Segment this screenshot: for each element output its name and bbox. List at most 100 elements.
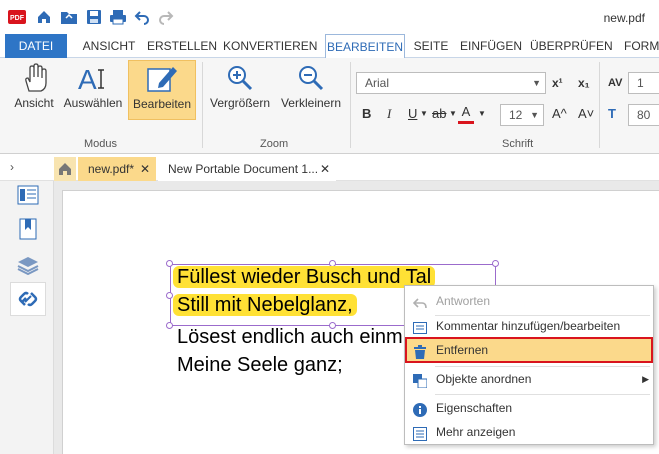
char-spacing-input[interactable]: 1 — [628, 72, 659, 94]
group-divider — [350, 62, 351, 148]
vergroessern-button[interactable]: Vergrößern — [208, 60, 272, 120]
pdf-logo-icon: PDF — [8, 8, 26, 26]
menu-item-objekte-anordnen[interactable]: Objekte anordnen ▶ — [405, 367, 653, 391]
tab-datei[interactable]: DATEI — [5, 34, 67, 58]
resize-handle[interactable] — [166, 322, 173, 329]
bold-icon[interactable]: B — [362, 104, 371, 124]
layers-icon[interactable] — [17, 254, 39, 276]
menu-item-mehr-anzeigen[interactable]: Mehr anzeigen — [405, 420, 653, 444]
chevron-right-icon[interactable]: › — [10, 160, 14, 174]
highlighted-text-line: Füllest wieder Busch und Tal — [173, 266, 436, 289]
list-icon — [413, 425, 427, 441]
resize-handle[interactable] — [166, 260, 173, 267]
grow-font-button[interactable]: A^ — [552, 104, 567, 124]
hand-icon — [10, 60, 58, 96]
svg-text:PDF: PDF — [10, 15, 25, 22]
text-select-icon: A — [62, 60, 124, 96]
doc-tab-label: new.pdf* — [88, 162, 135, 176]
tab-form[interactable]: FORM — [618, 34, 659, 58]
tab-konvertieren[interactable]: KONVERTIEREN — [223, 34, 317, 58]
home-tab-button[interactable] — [54, 157, 76, 181]
group-divider — [599, 62, 600, 148]
link-icon[interactable] — [17, 288, 39, 310]
menu-bar: DATEI ANSICHT ERSTELLEN KONVERTIEREN BEA… — [0, 34, 659, 59]
tab-erstellen[interactable]: ERSTELLEN — [146, 34, 218, 58]
tab-seite[interactable]: SEITE — [410, 34, 452, 58]
auswaehlen-label: Auswählen — [63, 96, 123, 110]
schrift-group-label: Schrift — [502, 138, 534, 150]
underline-icon[interactable]: U — [408, 104, 417, 124]
tab-einfuegen[interactable]: EINFÜGEN — [458, 34, 524, 58]
resize-handle[interactable] — [492, 260, 499, 267]
title-bar: PDF new.pdf — [0, 0, 659, 34]
ribbon: Ansicht A Auswählen Bearbeiten Modus Ver… — [0, 58, 659, 154]
doc-tab-label: New Portable Document 1... — [168, 162, 319, 176]
comment-icon — [413, 319, 427, 334]
home-icon — [59, 163, 71, 175]
verkleinern-label: Verkleinern — [280, 96, 342, 110]
menu-item-kommentar[interactable]: Kommentar hinzufügen/bearbeiten — [405, 314, 653, 338]
tab-bearbeiten[interactable]: BEARBEITEN — [325, 34, 405, 59]
font-size-value: 12 — [509, 108, 523, 122]
indent-icon: T — [608, 106, 616, 121]
reply-icon — [412, 294, 427, 309]
close-icon[interactable]: ✕ — [320, 157, 330, 181]
info-icon — [413, 401, 427, 417]
home-icon[interactable] — [35, 8, 53, 26]
edit-pencil-icon — [129, 61, 195, 97]
trash-icon — [413, 343, 427, 359]
superscript-button[interactable]: x¹ — [552, 73, 563, 93]
shrink-font-button[interactable]: A˅ — [578, 104, 594, 124]
save-icon[interactable] — [85, 8, 103, 26]
modus-group-label: Modus — [84, 138, 118, 150]
italic-icon[interactable]: I — [387, 104, 391, 124]
char-spacing-icon: AV — [608, 77, 623, 89]
indent-input[interactable]: 80 — [628, 104, 659, 126]
font-family-value: Arial — [365, 76, 390, 90]
font-family-select[interactable]: Arial ▼ — [356, 72, 546, 94]
subscript-button[interactable]: x₁ — [578, 73, 590, 93]
undo-icon[interactable] — [133, 8, 151, 26]
open-folder-icon[interactable] — [60, 8, 78, 26]
left-sidebar — [0, 181, 54, 454]
doc-tab[interactable]: New Portable Document 1... ✕ — [158, 157, 336, 181]
submenu-arrow-icon: ▶ — [642, 374, 649, 384]
menu-separator — [435, 394, 650, 395]
close-icon[interactable]: ✕ — [140, 157, 150, 181]
zoom-out-icon — [278, 60, 344, 96]
arrange-icon — [413, 372, 428, 389]
window-title: new.pdf — [603, 11, 645, 25]
dropdown-arrow-icon[interactable]: ▼ — [449, 104, 457, 124]
print-icon[interactable] — [109, 8, 127, 26]
ansicht-label: Ansicht — [14, 96, 54, 110]
menu-item-eigenschaften[interactable]: Eigenschaften — [405, 396, 653, 420]
tab-ansicht[interactable]: ANSICHT — [78, 34, 140, 58]
svg-text:A: A — [78, 64, 97, 94]
zoom-in-icon — [208, 60, 272, 96]
text-line: Lösest endlich auch einm — [177, 326, 403, 348]
doc-tab-active[interactable]: new.pdf* ✕ — [78, 157, 156, 181]
text-line: Meine Seele ganz; — [177, 354, 343, 376]
chevron-down-icon: ▼ — [530, 110, 539, 120]
highlighted-text-line: Still mit Nebelglanz, — [173, 294, 357, 317]
font-size-select[interactable]: 12 ▼ — [500, 104, 544, 126]
auswaehlen-button[interactable]: A Auswählen — [62, 60, 124, 120]
ansicht-button[interactable]: Ansicht — [10, 60, 58, 120]
menu-item-entfernen[interactable]: Entfernen — [405, 337, 653, 363]
context-menu: Antworten Kommentar hinzufügen/bearbeite… — [404, 285, 654, 445]
bookmark-icon[interactable] — [17, 218, 39, 240]
vergroessern-label: Vergrößern — [209, 96, 271, 110]
menu-item-antworten[interactable]: Antworten — [405, 289, 653, 313]
redo-icon[interactable] — [157, 8, 175, 26]
document-tab-bar: › new.pdf* ✕ New Portable Document 1... … — [0, 155, 659, 181]
dropdown-arrow-icon[interactable]: ▼ — [420, 104, 428, 124]
bearbeiten-button[interactable]: Bearbeiten — [128, 60, 196, 120]
pages-panel-icon[interactable] — [17, 184, 39, 206]
font-color-icon[interactable]: A — [458, 104, 474, 124]
dropdown-arrow-icon[interactable]: ▼ — [478, 104, 486, 124]
resize-handle[interactable] — [166, 292, 173, 299]
verkleinern-button[interactable]: Verkleinern — [278, 60, 344, 120]
zoom-group-label: Zoom — [260, 138, 289, 150]
tab-ueberpruefen[interactable]: ÜBERPRÜFEN — [530, 34, 613, 58]
strikethrough-icon[interactable]: ab — [432, 104, 446, 124]
